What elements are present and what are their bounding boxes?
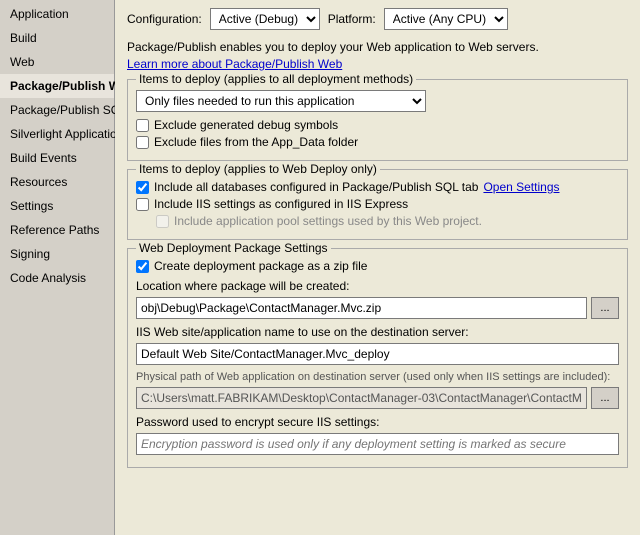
open-settings-link[interactable]: Open Settings — [483, 180, 559, 194]
package-publish-link[interactable]: Learn more about Package/Publish Web — [127, 57, 342, 71]
content-area: Configuration: Active (Debug)DebugReleas… — [115, 0, 640, 535]
deploy-files-dropdown-row: Only files needed to run this applicatio… — [136, 90, 619, 112]
include-apppool-checkbox[interactable] — [156, 215, 169, 228]
sidebar-item-package-publish-sql[interactable]: Package/Publish SQL — [0, 98, 114, 122]
deploy-methods-title: Items to deploy (applies to all deployme… — [136, 72, 416, 86]
sidebar-item-signing[interactable]: Signing — [0, 242, 114, 266]
create-zip-row: Create deployment package as a zip file — [136, 259, 619, 273]
include-databases-checkbox[interactable] — [136, 181, 149, 194]
location-browse-button[interactable]: ... — [591, 297, 619, 319]
include-iis-row: Include IIS settings as configured in II… — [136, 197, 619, 211]
create-zip-checkbox[interactable] — [136, 260, 149, 273]
create-zip-label: Create deployment package as a zip file — [154, 259, 367, 273]
exclude-debug-row: Exclude generated debug symbols — [136, 118, 619, 132]
location-input-row: ... — [136, 297, 619, 319]
package-settings-group: Web Deployment Package Settings Create d… — [127, 248, 628, 468]
physical-input[interactable] — [136, 387, 587, 409]
include-databases-label: Include all databases configured in Pack… — [154, 180, 478, 194]
sidebar: ApplicationBuildWebPackage/Publish WebPa… — [0, 0, 115, 535]
sidebar-item-build[interactable]: Build — [0, 26, 114, 50]
include-iis-label: Include IIS settings as configured in II… — [154, 197, 408, 211]
include-apppool-label: Include application pool settings used b… — [174, 214, 482, 228]
sidebar-item-build-events[interactable]: Build Events — [0, 146, 114, 170]
sidebar-item-package-publish-web[interactable]: Package/Publish Web — [0, 74, 114, 98]
deploy-files-select[interactable]: Only files needed to run this applicatio… — [136, 90, 426, 112]
sidebar-item-settings[interactable]: Settings — [0, 194, 114, 218]
include-apppool-row: Include application pool settings used b… — [136, 214, 619, 228]
sidebar-item-silverlight-applications[interactable]: Silverlight Applications — [0, 122, 114, 146]
sidebar-item-application[interactable]: Application — [0, 2, 114, 26]
platform-select[interactable]: Active (Any CPU)Any CPUx86x64 — [384, 8, 508, 30]
location-label: Location where package will be created: — [136, 279, 619, 293]
include-databases-row: Include all databases configured in Pack… — [136, 180, 619, 194]
web-deploy-group: Items to deploy (applies to Web Deploy o… — [127, 169, 628, 240]
site-input[interactable] — [136, 343, 619, 365]
location-input[interactable] — [136, 297, 587, 319]
deploy-methods-group: Items to deploy (applies to all deployme… — [127, 79, 628, 161]
sidebar-item-resources[interactable]: Resources — [0, 170, 114, 194]
password-input-row — [136, 433, 619, 455]
platform-label: Platform: — [328, 12, 376, 26]
package-settings-title: Web Deployment Package Settings — [136, 241, 331, 255]
site-label: IIS Web site/application name to use on … — [136, 325, 619, 339]
exclude-appdata-label: Exclude files from the App_Data folder — [154, 135, 358, 149]
configuration-select[interactable]: Active (Debug)DebugRelease — [210, 8, 320, 30]
exclude-appdata-row: Exclude files from the App_Data folder — [136, 135, 619, 149]
site-input-row — [136, 343, 619, 365]
exclude-appdata-checkbox[interactable] — [136, 136, 149, 149]
sidebar-item-reference-paths[interactable]: Reference Paths — [0, 218, 114, 242]
info-description: Package/Publish enables you to deploy yo… — [127, 40, 628, 54]
physical-input-row: ... — [136, 387, 619, 409]
sidebar-item-code-analysis[interactable]: Code Analysis — [0, 266, 114, 290]
physical-browse-button[interactable]: ... — [591, 387, 619, 409]
password-label: Password used to encrypt secure IIS sett… — [136, 415, 619, 429]
physical-label: Physical path of Web application on dest… — [136, 371, 619, 383]
top-bar: Configuration: Active (Debug)DebugReleas… — [127, 8, 628, 30]
info-link-row: Learn more about Package/Publish Web — [127, 57, 628, 71]
include-iis-checkbox[interactable] — [136, 198, 149, 211]
web-deploy-title: Items to deploy (applies to Web Deploy o… — [136, 162, 380, 176]
exclude-debug-label: Exclude generated debug symbols — [154, 118, 338, 132]
configuration-label: Configuration: — [127, 12, 202, 26]
sidebar-item-web[interactable]: Web — [0, 50, 114, 74]
exclude-debug-checkbox[interactable] — [136, 119, 149, 132]
password-input[interactable] — [136, 433, 619, 455]
